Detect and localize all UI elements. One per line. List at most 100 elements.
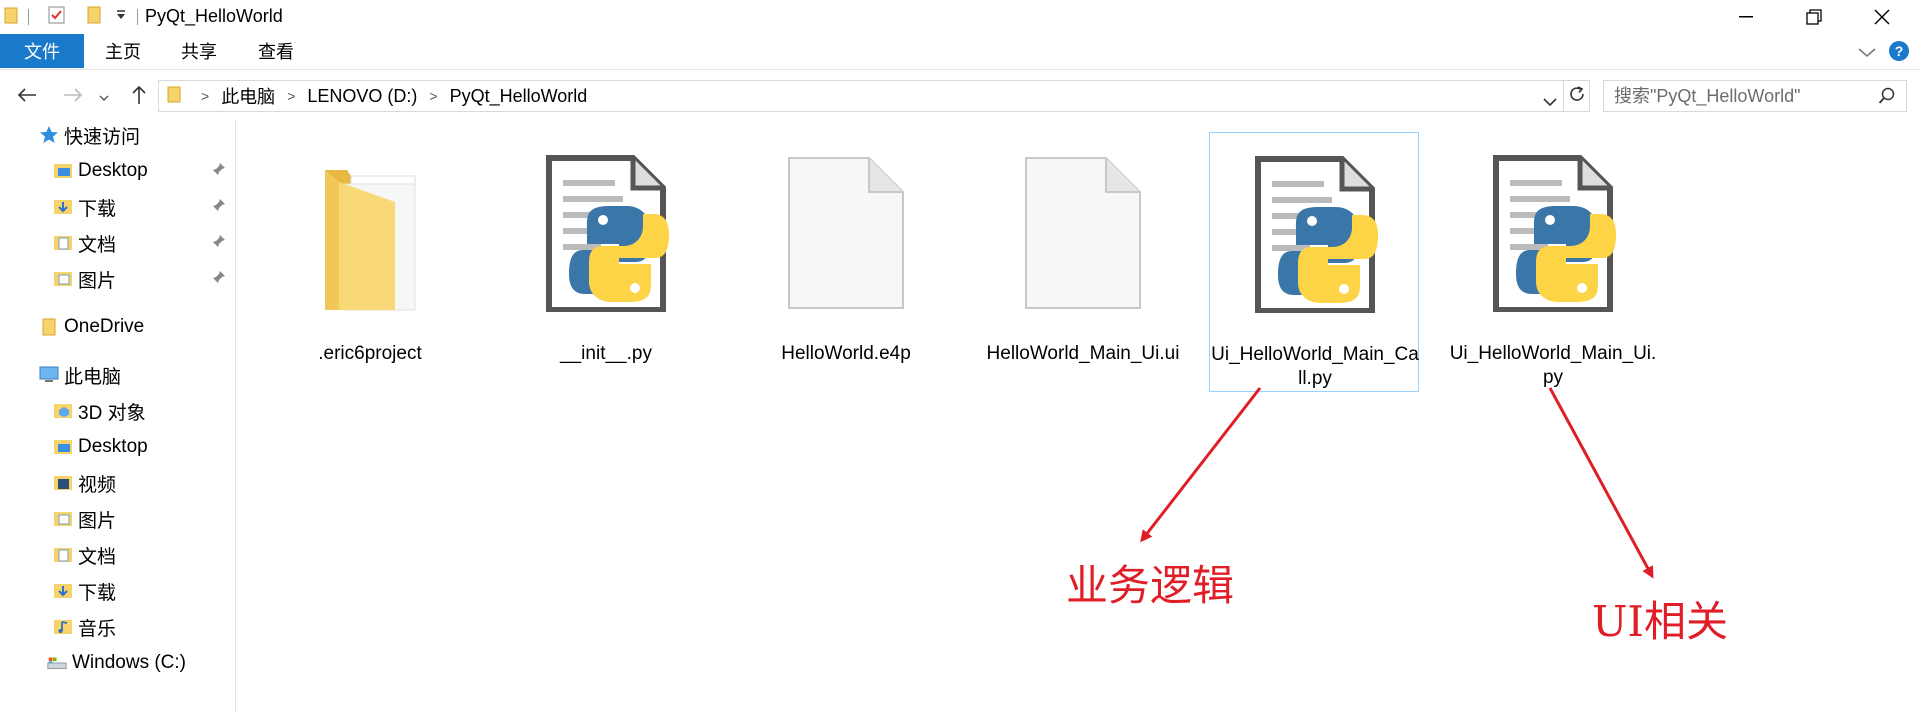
sidebar-item-label: Desktop — [78, 160, 148, 181]
ribbon: 文件 主页 共享 查看 ? — [0, 34, 1920, 70]
sidebar-item-music[interactable]: 音乐 — [52, 612, 116, 642]
sidebar-item-label: 文档 — [78, 546, 117, 568]
sidebar-item-label: 图片 — [78, 510, 117, 532]
back-button[interactable] — [14, 84, 40, 110]
breadcrumb-drive[interactable]: LENOVO (D:) — [307, 86, 417, 107]
sidebar-item-label: Desktop — [78, 436, 148, 457]
tab-file[interactable]: 文件 — [0, 34, 84, 68]
sidebar-item-desktop[interactable]: Desktop — [52, 156, 148, 186]
sidebar-item-videos[interactable]: 视频 — [52, 468, 116, 498]
sidebar-item-downloads[interactable]: 下载 — [52, 192, 116, 222]
sidebar-item-this-pc[interactable]: 此电脑 — [38, 360, 121, 390]
computer-icon — [38, 364, 60, 386]
sidebar-item-label: 音乐 — [78, 618, 117, 640]
videos-folder-icon — [52, 472, 74, 494]
search-box[interactable] — [1603, 80, 1907, 112]
customize-toolbar-icon[interactable] — [115, 8, 127, 26]
breadcrumb-current-folder[interactable]: PyQt_HelloWorld — [450, 86, 588, 107]
quick-access-toolbar — [0, 5, 148, 29]
sidebar-item-label: 3D 对象 — [78, 402, 146, 424]
python-file-icon — [1210, 143, 1420, 313]
chevron-right-icon[interactable]: > — [201, 88, 209, 104]
pin-icon[interactable] — [212, 270, 226, 289]
sidebar-item-desktop[interactable]: Desktop — [52, 432, 148, 462]
sidebar-item-3d-objects[interactable]: 3D 对象 — [52, 396, 146, 426]
annotation-business-logic: 业务逻辑 — [1066, 561, 1235, 610]
svg-text:?: ? — [1895, 43, 1904, 59]
help-icon[interactable]: ? — [1888, 40, 1910, 67]
downloads-folder-icon — [52, 580, 74, 602]
close-button[interactable] — [1836, 0, 1920, 34]
3d-objects-folder-icon — [52, 400, 74, 422]
address-dropdown-icon[interactable] — [1543, 91, 1557, 112]
sidebar-item-label: Windows (C:) — [72, 652, 187, 673]
address-row: > 此电脑 > LENOVO (D:) > PyQt_HelloWorld — [0, 78, 1920, 114]
downloads-folder-icon — [52, 196, 74, 218]
file-item-e4p[interactable]: HelloWorld.e4p — [741, 132, 951, 392]
new-folder-icon[interactable] — [87, 5, 101, 30]
folder-icon — [167, 85, 181, 108]
refresh-button[interactable] — [1564, 80, 1590, 112]
search-input[interactable] — [1614, 85, 1864, 107]
title-bar: PyQt_HelloWorld — [0, 0, 1920, 34]
close-icon — [1874, 9, 1890, 25]
sidebar-item-documents[interactable]: 文档 — [52, 540, 116, 570]
chevron-down-icon[interactable] — [1858, 45, 1876, 63]
file-item-folder[interactable]: .eric6project — [265, 132, 475, 392]
chevron-right-icon[interactable]: > — [429, 88, 437, 104]
python-file-icon — [501, 142, 711, 312]
file-name: __init__.py — [560, 343, 652, 364]
restore-icon — [1806, 9, 1822, 25]
folder-icon — [4, 6, 18, 29]
sidebar-item-drive-c[interactable]: Windows (C:) — [46, 648, 186, 678]
sidebar-item-label: 下载 — [78, 582, 117, 604]
recent-locations-button[interactable] — [96, 84, 112, 110]
file-item-python[interactable]: Ui_HelloWorld_Main_Ui.py — [1448, 132, 1658, 392]
pin-icon[interactable] — [212, 234, 226, 253]
folder-icon — [265, 142, 475, 312]
address-bar[interactable]: > 此电脑 > LENOVO (D:) > PyQt_HelloWorld — [158, 80, 1564, 112]
sidebar-item-onedrive[interactable]: OneDrive — [38, 312, 144, 342]
arrow-right-icon — [63, 87, 83, 108]
pin-icon[interactable] — [212, 162, 226, 181]
sidebar-item-documents[interactable]: 文档 — [52, 228, 116, 258]
file-name: .eric6project — [318, 343, 422, 364]
up-button[interactable] — [126, 84, 152, 110]
drive-icon — [46, 652, 68, 674]
file-item-ui[interactable]: HelloWorld_Main_Ui.ui — [978, 132, 1188, 392]
window-title: PyQt_HelloWorld — [145, 6, 283, 26]
toolbar-divider — [137, 9, 138, 25]
chevron-down-icon — [99, 88, 109, 106]
breadcrumb-this-pc[interactable]: 此电脑 — [221, 83, 275, 109]
minimize-icon — [1739, 16, 1753, 18]
sidebar-item-label: 图片 — [78, 270, 117, 292]
pin-icon[interactable] — [212, 198, 226, 217]
properties-icon[interactable] — [47, 5, 67, 30]
arrow-left-icon — [17, 87, 37, 108]
file-item-python-selected[interactable]: Ui_HelloWorld_Main_Call.py — [1209, 132, 1419, 392]
sidebar-item-label: OneDrive — [64, 316, 145, 337]
forward-button[interactable] — [60, 84, 86, 110]
documents-folder-icon — [52, 232, 74, 254]
sidebar-item-pictures[interactable]: 图片 — [52, 264, 116, 294]
sidebar-item-pictures[interactable]: 图片 — [52, 504, 116, 534]
sidebar-item-downloads[interactable]: 下载 — [52, 576, 116, 606]
file-item-python[interactable]: __init__.py — [501, 132, 711, 392]
search-icon[interactable] — [1878, 87, 1896, 110]
tab-view[interactable]: 查看 — [251, 34, 301, 68]
file-name: Ui_HelloWorld_Main_Call.py — [1211, 344, 1419, 389]
tab-share[interactable]: 共享 — [174, 34, 224, 68]
desktop-folder-icon — [52, 436, 74, 458]
file-name: HelloWorld_Main_Ui.ui — [986, 343, 1180, 364]
star-icon — [38, 124, 60, 146]
python-file-icon — [1448, 142, 1658, 312]
sidebar-item-label: 快速访问 — [64, 126, 141, 148]
chevron-right-icon[interactable]: > — [287, 88, 295, 104]
sidebar-item-quick-access[interactable]: 快速访问 — [38, 120, 140, 150]
music-folder-icon — [52, 616, 74, 638]
blank-file-icon — [978, 142, 1188, 312]
file-name: HelloWorld.e4p — [781, 343, 911, 364]
tab-home[interactable]: 主页 — [98, 34, 148, 68]
pictures-folder-icon — [52, 268, 74, 290]
arrow-up-icon — [131, 85, 147, 110]
